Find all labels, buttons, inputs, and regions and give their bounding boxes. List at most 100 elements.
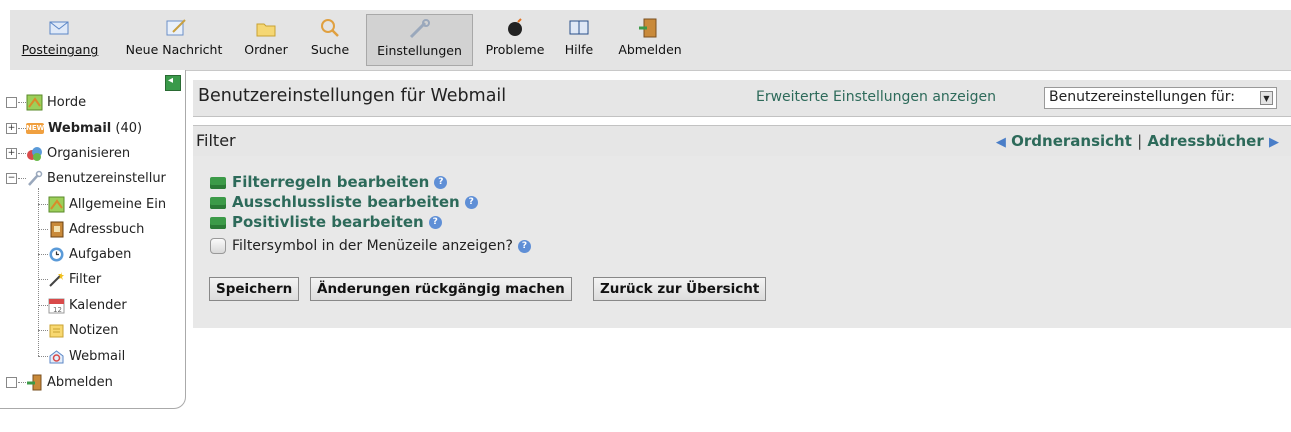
sidebar-item-kalender[interactable]: 12 Kalender [38, 295, 127, 317]
sidebar-item-label: Horde [47, 95, 87, 110]
folder-green-icon [210, 216, 226, 229]
toolbar-folders-button[interactable]: Ordner [241, 14, 291, 66]
back-to-overview-button[interactable]: Zurück zur Übersicht [593, 277, 767, 301]
calendar-icon: 12 [48, 298, 65, 314]
sidebar-item-horde[interactable]: Horde [6, 92, 86, 114]
toolbar-inbox-button[interactable]: Posteingang [10, 14, 110, 66]
folder-icon [256, 23, 276, 37]
filter-settings-panel: Filterregeln bearbeiten? Ausschlussliste… [193, 156, 1291, 328]
address-book-icon [50, 221, 64, 238]
toolbar-problems-button[interactable]: Probleme [480, 14, 550, 66]
sidebar-item-label: Adressbuch [69, 222, 145, 237]
book-icon [569, 20, 589, 35]
toolbar-label: Suche [310, 42, 350, 57]
address-books-link[interactable]: Adressbücher [1147, 132, 1263, 150]
wrench-icon [409, 19, 430, 39]
filter-rules-option[interactable]: Filterregeln bearbeiten? [210, 173, 448, 191]
sidebar-item-label: Aufgaben [69, 247, 132, 262]
toolbar-label: Probleme [485, 42, 545, 57]
whitelist-option[interactable]: Positivliste bearbeiten? [210, 213, 442, 231]
toolbar-search-button[interactable]: Suche [304, 14, 356, 66]
compose-icon [166, 19, 186, 36]
sidebar-item-label: Filter [69, 272, 102, 287]
sidebar-item-benutzereinstellungen[interactable]: − Benutzereinstellur [6, 168, 166, 190]
toolbar-label: Posteingang [21, 42, 99, 57]
mail-open-icon [49, 350, 64, 364]
toolbar-help-button[interactable]: Hilfe [559, 14, 599, 66]
tree-leaf-box [6, 97, 17, 108]
whitelist-link[interactable]: Positivliste bearbeiten [232, 213, 424, 231]
save-button[interactable]: Speichern [209, 277, 300, 301]
sidebar-item-notizen[interactable]: Notizen [38, 320, 118, 342]
chevron-down-icon[interactable]: ▼ [1260, 91, 1273, 105]
section-title: Filter [196, 131, 236, 150]
toolbar-logout-button[interactable]: Abmelden [612, 14, 688, 66]
sidebar-item-adressbuch[interactable]: Adressbuch [38, 219, 144, 241]
section-nav: ◀ Ordneransicht | Adressbücher ▶ [996, 132, 1279, 150]
magnifier-icon [321, 19, 339, 37]
sidebar-item-filter[interactable]: Filter [38, 269, 101, 291]
sidebar-item-label: Kalender [69, 298, 127, 313]
section-header: Filter ◀ Ordneransicht | Adressbücher ▶ [193, 125, 1291, 157]
page-header: Benutzereinstellungen für Webmail Erweit… [193, 80, 1291, 117]
sidebar-item-label: Benutzereinstellur [47, 171, 166, 186]
toolbar-label: Abmelden [618, 42, 682, 57]
sidebar-item-webmail-settings[interactable]: Webmail [38, 346, 125, 368]
horde-icon [26, 94, 43, 111]
filter-rules-link[interactable]: Filterregeln bearbeiten [232, 173, 429, 191]
main-toolbar: Posteingang Neue Nachricht Ordner Suche … [10, 10, 1291, 71]
folder-green-icon [210, 176, 226, 189]
filter-icon-checkbox[interactable] [210, 238, 226, 254]
wrench-icon [28, 170, 43, 186]
sidebar-tree: Horde + NEW Webmail (40) + Organisieren − Be… [0, 70, 186, 409]
sidebar-item-allgemeine[interactable]: Allgemeine Ein [38, 194, 166, 216]
undo-changes-button[interactable]: Änderungen rückgängig machen [310, 277, 572, 301]
help-icon[interactable]: ? [428, 216, 442, 229]
sidebar-item-label: Allgemeine Ein [69, 197, 167, 212]
toolbar-label: Hilfe [564, 42, 594, 57]
toolbar-label: Ordner [244, 42, 288, 57]
envelope-icon [49, 21, 69, 35]
new-mail-badge-icon: NEW [26, 123, 45, 134]
sidebar-item-webmail[interactable]: + NEW Webmail (40) [6, 118, 142, 140]
advanced-settings-link[interactable]: Erweiterte Einstellungen anzeigen [756, 89, 996, 105]
horde-icon [48, 196, 65, 213]
select-value: Benutzereinstellungen für: [1049, 89, 1236, 105]
exit-door-icon [639, 18, 657, 38]
organizer-icon [27, 147, 42, 161]
folder-view-link[interactable]: Ordneransicht [1011, 132, 1132, 150]
sidebar-item-aufgaben[interactable]: Aufgaben [38, 244, 131, 266]
sidebar-collapse-button[interactable] [165, 75, 181, 91]
settings-scope-select[interactable]: Benutzereinstellungen für: ▼ [1044, 87, 1277, 109]
arrow-right-icon[interactable]: ▶ [1269, 135, 1279, 150]
tree-expand-toggle[interactable]: + [6, 148, 17, 159]
svg-text:12: 12 [53, 306, 62, 314]
toolbar-label: Neue Nachricht [125, 42, 223, 57]
exit-door-icon [27, 374, 42, 391]
tree-expand-toggle[interactable]: + [6, 123, 17, 134]
toolbar-label: Einstellungen [377, 43, 462, 58]
toolbar-settings-button[interactable]: Einstellungen [366, 14, 473, 66]
toolbar-compose-button[interactable]: Neue Nachricht [117, 14, 231, 66]
blacklist-link[interactable]: Ausschlussliste bearbeiten [232, 193, 460, 211]
clock-icon [49, 247, 64, 262]
filter-icon-checkbox-row: Filtersymbol in der Menüzeile anzeigen?? [210, 238, 531, 254]
sidebar-item-label: Abmelden [47, 375, 113, 390]
help-icon[interactable]: ? [464, 196, 478, 209]
magic-wand-icon [49, 272, 64, 287]
sidebar-item-abmelden[interactable]: Abmelden [6, 372, 113, 394]
sidebar-item-organisieren[interactable]: + Organisieren [6, 143, 130, 165]
folder-green-icon [210, 196, 226, 209]
page-title: Benutzereinstellungen für Webmail [198, 86, 507, 106]
help-icon[interactable]: ? [434, 176, 448, 189]
note-icon [49, 324, 64, 338]
unread-count: (40) [115, 121, 143, 136]
blacklist-option[interactable]: Ausschlussliste bearbeiten? [210, 193, 478, 211]
arrow-left-icon[interactable]: ◀ [996, 135, 1006, 150]
nav-separator: | [1137, 132, 1143, 150]
bomb-icon [508, 18, 522, 36]
tree-collapse-toggle[interactable]: − [6, 173, 17, 184]
checkbox-label: Filtersymbol in der Menüzeile anzeigen? [232, 238, 513, 254]
help-icon[interactable]: ? [517, 239, 531, 253]
sidebar-item-label: Organisieren [47, 146, 131, 161]
